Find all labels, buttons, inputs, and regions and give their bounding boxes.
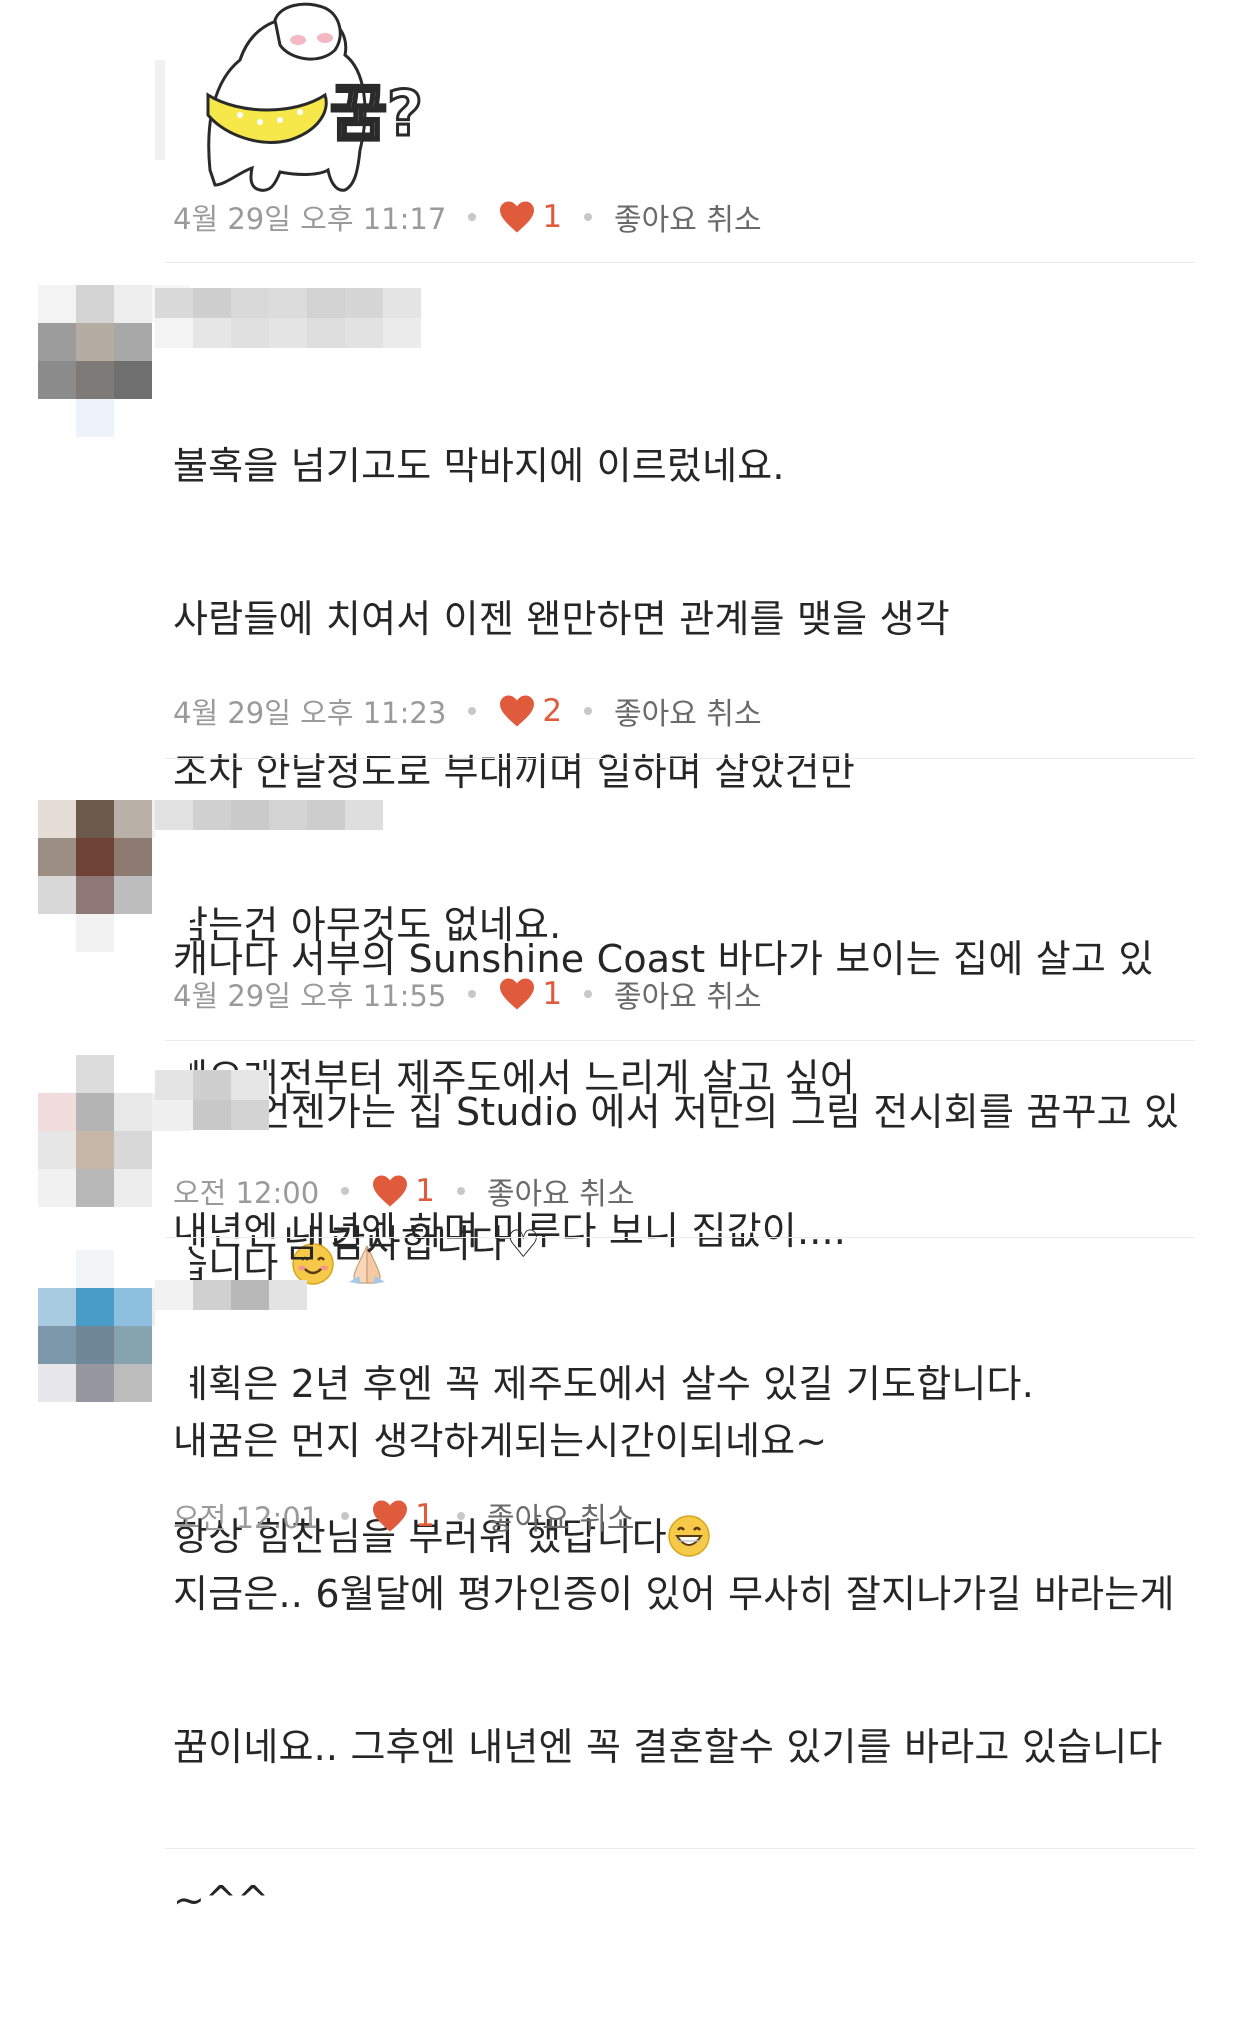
comment-line: 내꿈은 먼지 생각하게되는시간이되네요~ [173,1419,828,1463]
comment-line: 꿈이네요.. 그후엔 내년엔 꼭 결혼할수 있기를 바라고 있습니다 [173,1725,1163,1769]
comment-divider [165,1237,1195,1238]
separator-dot [456,1187,465,1195]
sticker-text: 꿈? [330,77,423,150]
unlike-button[interactable]: 좋아요 취소 [487,1169,635,1213]
comment-meta: 오전 12:00 1 좋아요 취소 [173,1169,634,1213]
separator-dot [468,213,477,221]
alpaca-sticker: 꿈? [206,2,425,192]
blur-strip [155,60,165,160]
comment-line: 님 감사합니다♡ [283,1222,541,1266]
like-count: 1 [415,1173,435,1209]
separator-dot [584,990,593,998]
heart-icon[interactable] [371,1499,409,1533]
avatar[interactable] [38,1250,190,1402]
like-count: 1 [542,976,563,1012]
separator-dot [468,990,477,998]
comment-time: 4월 29일 오후 11:55 [173,979,447,1013]
heart-icon[interactable] [498,694,536,728]
comment-time: 4월 29일 오후 11:17 [173,202,447,236]
comment-divider [165,1848,1195,1849]
unlike-button[interactable]: 좋아요 취소 [614,972,762,1016]
avatar[interactable] [38,1055,190,1207]
comment-meta: 4월 29일 오후 11:55 1 좋아요 취소 [173,972,762,1016]
comment-time: 오전 12:00 [173,1176,320,1210]
comment-divider [165,262,1195,263]
comment-time: 4월 29일 오후 11:23 [173,696,447,730]
separator-dot [341,1512,350,1520]
comment-time: 오전 12:01 [173,1501,320,1535]
comment-thread: 꿈? 4월 29일 오후 11:17 1 좋아요 취소 불혹을 넘기고도 막바지… [0,0,1242,1922]
heart-icon[interactable] [371,1174,409,1208]
heart-icon[interactable] [498,977,536,1011]
comment-meta: 4월 29일 오후 11:17 1 좋아요 취소 [173,195,762,239]
comment-meta: 4월 29일 오후 11:23 2 좋아요 취소 [173,689,762,733]
username-blurred[interactable] [155,1070,269,1130]
separator-dot [468,707,477,715]
unlike-button[interactable]: 좋아요 취소 [487,1494,635,1538]
comment-line: 조차 안날정도로 부대끼며 일하며 살았건만 [173,750,855,794]
heart-icon[interactable] [498,200,536,234]
avatar[interactable] [38,285,190,437]
comment-meta: 오전 12:01 1 좋아요 취소 [173,1494,634,1538]
separator-dot [456,1512,465,1520]
comment-line: 불혹을 넘기고도 막바지에 이르렀네요. [173,444,785,488]
avatar[interactable] [38,800,190,952]
like-count: 2 [542,693,563,729]
comment-line: ~^^ [173,1878,270,1922]
comment-text: 내꿈은 먼지 생각하게되는시간이되네요~ 지금은.. 6월달에 평가인증이 있어… [173,1314,1175,2028]
comment-line: 사람들에 치여서 이젠 왠만하면 관계를 맺을 생각 [173,597,950,641]
like-count: 1 [542,199,563,235]
comment-line: 지금은.. 6월달에 평가인증이 있어 무사히 잘지나가길 바라는게 [173,1572,1175,1616]
comment-divider [165,1040,1195,1041]
comment-divider [165,758,1195,759]
separator-dot [584,707,593,715]
separator-dot [584,213,593,221]
like-count: 1 [415,1498,435,1534]
separator-dot [341,1187,350,1195]
unlike-button[interactable]: 좋아요 취소 [614,689,762,733]
unlike-button[interactable]: 좋아요 취소 [614,195,762,239]
